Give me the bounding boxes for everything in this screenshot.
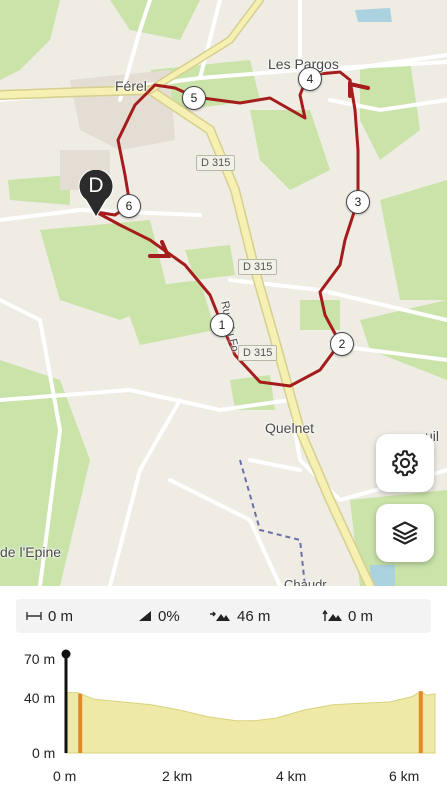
waypoint-1[interactable]: 1 [210,313,234,337]
layers-icon [392,521,418,545]
road-shield-d315: D 315 [238,259,278,275]
start-marker[interactable]: D [78,170,114,218]
road-shield-d315: D 315 [196,155,236,171]
place-label-ferel: Férel [115,78,147,94]
position-cursor-handle[interactable] [61,649,71,659]
road-shield-d315: D 315 [238,345,278,361]
ascent-icon [210,611,230,621]
start-marker-label: D [88,174,104,197]
waypoint-4[interactable]: 4 [298,67,322,91]
map-canvas[interactable] [0,0,447,586]
layers-button[interactable] [376,504,434,562]
waypoint-2[interactable]: 2 [330,332,354,356]
distance-icon [26,612,42,620]
elevation-stat: 0 m [322,608,373,625]
elevation-icon [322,610,342,621]
map-view[interactable]: Férel Les Pargos Quelnet de l'Epine uil … [0,0,447,586]
place-label-epine: de l'Epine [0,544,62,560]
elevation-area [65,690,436,754]
ascent-value: 46 m [237,607,271,625]
waypoint-3[interactable]: 3 [346,190,370,214]
grade-icon [139,611,151,621]
waypoint-marker-2 [418,691,423,753]
distance-value: 0 m [48,607,74,625]
waypoint-6[interactable]: 6 [117,194,141,218]
waypoint-marker-1 [78,693,83,753]
elevation-chart[interactable]: 70 m 40 m 0 m 0 m 2 km 4 km 6 km [0,644,447,797]
ascent-stat: 46 m [209,608,270,625]
elevation-plot[interactable] [0,644,447,797]
settings-button[interactable] [376,434,434,492]
distance-stat: 0 m [26,608,73,625]
place-label-quelnet: Quelnet [265,420,315,436]
place-label-bottom: Chaudr... [284,577,337,586]
route-stats-bar: 0 m 0% 46 m 0 m [16,599,431,633]
waypoint-5[interactable]: 5 [182,86,206,110]
gear-icon [392,450,418,477]
elevation-value: 0 m [348,607,374,625]
grade-value: 0% [158,607,180,625]
grade-stat: 0% [138,608,180,625]
